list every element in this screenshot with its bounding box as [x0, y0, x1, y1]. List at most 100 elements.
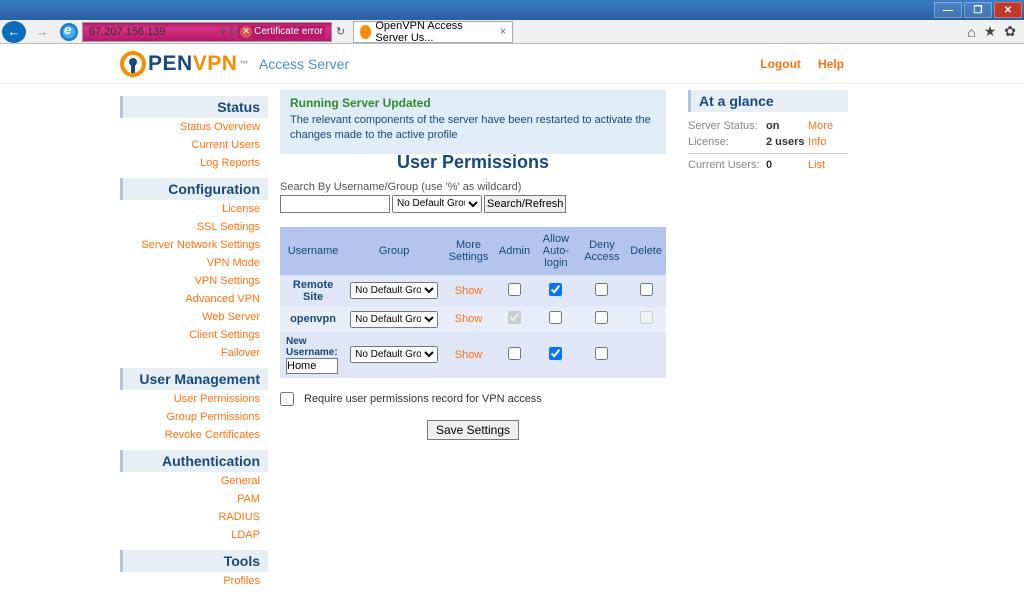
- sidebar-item-advanced-vpn[interactable]: Advanced VPN: [120, 290, 268, 308]
- save-settings-button[interactable]: Save Settings: [427, 420, 519, 440]
- sidebar-item-ldap[interactable]: LDAP: [120, 526, 268, 544]
- deny-checkbox[interactable]: [595, 283, 608, 296]
- tab-close-icon[interactable]: ×: [500, 26, 506, 38]
- sidebar-item-pam[interactable]: PAM: [120, 490, 268, 508]
- cert-error-icon: ✕: [240, 26, 252, 38]
- favorites-icon[interactable]: ★: [984, 23, 997, 40]
- alert-title: Running Server Updated: [290, 96, 656, 110]
- sidebar-item-radius[interactable]: RADIUS: [120, 508, 268, 526]
- sidebar-section-authentication: Authentication: [120, 450, 268, 472]
- th-deny-access: Deny Access: [578, 227, 626, 275]
- sidebar-item-current-users[interactable]: Current Users: [120, 136, 268, 154]
- deny-checkbox[interactable]: [595, 347, 608, 360]
- sidebar-item-log-reports[interactable]: Log Reports: [120, 154, 268, 172]
- address-text: 67.207.156.139: [89, 26, 220, 38]
- glance-link-more[interactable]: More: [808, 120, 833, 132]
- admin-checkbox: [508, 311, 521, 324]
- username-cell: Remote Site: [280, 275, 346, 307]
- address-bar[interactable]: 67.207.156.139 ▾ ↻ ✕ Certificate error: [82, 22, 332, 42]
- refresh-icon[interactable]: ↻: [229, 25, 238, 38]
- tab-title: OpenVPN Access Server Us...: [375, 20, 493, 44]
- alert-box: Running Server Updated The relevant comp…: [280, 90, 666, 154]
- settings-icon[interactable]: ✿: [1004, 23, 1016, 40]
- sidebar-item-client-settings[interactable]: Client Settings: [120, 326, 268, 344]
- glance-row: Server Status: on More: [688, 118, 848, 134]
- admin-checkbox[interactable]: [508, 283, 521, 296]
- username-cell: openvpn: [280, 307, 346, 332]
- require-permissions-row: Require user permissions record for VPN …: [280, 392, 666, 406]
- dropdown-icon[interactable]: ▾: [220, 25, 226, 38]
- sidebar-item-vpn-mode[interactable]: VPN Mode: [120, 254, 268, 272]
- autologin-checkbox[interactable]: [549, 347, 562, 360]
- new-username-input[interactable]: [286, 358, 338, 374]
- search-label: Search By Username/Group (use '%' as wil…: [280, 181, 666, 193]
- sidebar-item-failover[interactable]: Failover: [120, 344, 268, 362]
- autologin-checkbox[interactable]: [549, 283, 562, 296]
- group-select[interactable]: No Default Group: [350, 282, 438, 299]
- logout-link[interactable]: Logout: [760, 57, 801, 71]
- sidebar: Status Status Overview Current Users Log…: [0, 90, 268, 590]
- group-select[interactable]: No Default Group: [350, 346, 438, 363]
- sidebar-item-ssl-settings[interactable]: SSL Settings: [120, 218, 268, 236]
- sidebar-item-general[interactable]: General: [120, 472, 268, 490]
- sidebar-item-vpn-settings[interactable]: VPN Settings: [120, 272, 268, 290]
- minimize-button[interactable]: —: [934, 2, 962, 18]
- sidebar-item-server-network[interactable]: Server Network Settings: [120, 236, 268, 254]
- glance-label: License:: [688, 136, 766, 148]
- delete-checkbox[interactable]: [640, 283, 653, 296]
- glance-link-info[interactable]: Info: [808, 136, 826, 148]
- tab-favicon: [360, 25, 371, 39]
- page-title: User Permissions: [280, 152, 666, 173]
- th-delete: Delete: [626, 227, 666, 275]
- permissions-table: Username Group More Settings Admin Allow…: [280, 227, 666, 378]
- table-row-new: New Username: No Default Group Show: [280, 332, 666, 378]
- search-group-select[interactable]: No Default Group: [392, 195, 482, 213]
- glance-label: Current Users:: [688, 159, 766, 171]
- close-button[interactable]: ✕: [994, 2, 1022, 18]
- sidebar-section-configuration: Configuration: [120, 178, 268, 200]
- sidebar-section-status: Status: [120, 96, 268, 118]
- group-select[interactable]: No Default Group: [350, 311, 438, 328]
- sidebar-item-license[interactable]: License: [120, 200, 268, 218]
- openvpn-logo: PENVPN™: [120, 51, 249, 77]
- sidebar-item-profiles[interactable]: Profiles: [120, 572, 268, 590]
- stop-icon[interactable]: ↻: [336, 25, 345, 38]
- maximize-button[interactable]: ❐: [964, 2, 992, 18]
- deny-checkbox[interactable]: [595, 311, 608, 324]
- back-button[interactable]: ←: [2, 21, 26, 43]
- browser-toolbar: ← → 67.207.156.139 ▾ ↻ ✕ Certificate err…: [0, 20, 1024, 44]
- th-admin: Admin: [495, 227, 534, 275]
- search-input[interactable]: [280, 195, 390, 213]
- sidebar-item-web-server[interactable]: Web Server: [120, 308, 268, 326]
- sidebar-item-status-overview[interactable]: Status Overview: [120, 118, 268, 136]
- window-titlebar: — ❐ ✕: [0, 0, 1024, 20]
- search-refresh-button[interactable]: Search/Refresh: [484, 195, 566, 213]
- sidebar-section-user-management: User Management: [120, 368, 268, 390]
- th-more-settings: More Settings: [442, 227, 495, 275]
- forward-button[interactable]: →: [30, 21, 54, 43]
- home-icon[interactable]: ⌂: [967, 24, 975, 40]
- browser-tab[interactable]: OpenVPN Access Server Us... ×: [353, 21, 513, 43]
- glance-panel: At a glance Server Status: on More Licen…: [688, 90, 848, 590]
- require-permissions-label: Require user permissions record for VPN …: [304, 393, 542, 405]
- sidebar-item-group-permissions[interactable]: Group Permissions: [120, 408, 268, 426]
- certificate-error[interactable]: ✕ Certificate error: [238, 26, 325, 38]
- sidebar-item-revoke-certificates[interactable]: Revoke Certificates: [120, 426, 268, 444]
- glance-value: 2 users: [766, 136, 808, 148]
- page-content: PENVPN™ Access Server Logout Help Status…: [0, 44, 1024, 612]
- autologin-checkbox[interactable]: [549, 311, 562, 324]
- glance-value: on: [766, 120, 808, 132]
- show-link[interactable]: Show: [455, 285, 483, 297]
- glance-link-list[interactable]: List: [808, 159, 825, 171]
- admin-checkbox[interactable]: [508, 347, 521, 360]
- show-link[interactable]: Show: [455, 349, 483, 361]
- delete-checkbox: [640, 311, 653, 324]
- th-auto-login: Allow Auto-login: [534, 227, 578, 275]
- page-header: PENVPN™ Access Server Logout Help: [0, 44, 1024, 84]
- sidebar-item-user-permissions[interactable]: User Permissions: [120, 390, 268, 408]
- require-permissions-checkbox[interactable]: [280, 392, 294, 406]
- help-link[interactable]: Help: [818, 57, 844, 71]
- th-group: Group: [346, 227, 442, 275]
- show-link[interactable]: Show: [455, 313, 483, 325]
- sidebar-section-tools: Tools: [120, 550, 268, 572]
